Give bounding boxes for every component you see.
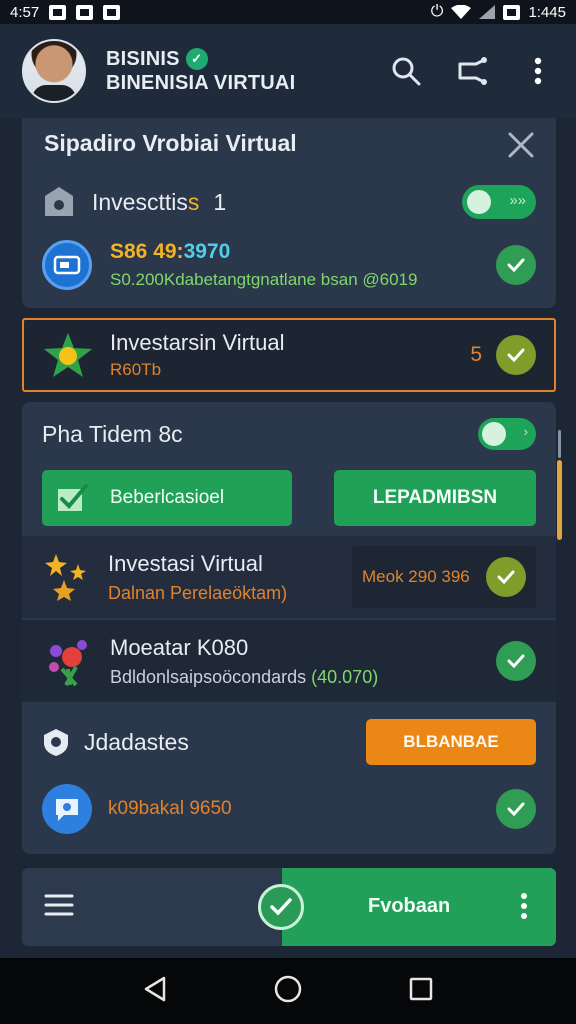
list-item-title: Moeatar K080 — [110, 634, 249, 660]
overflow-menu-button[interactable] — [522, 55, 554, 87]
list-item-subtext: Bdldonlsaipsoöcondards — [110, 666, 307, 687]
card-title: Sipadiro Vrobiai Virtual — [44, 130, 297, 156]
more-vertical-icon — [521, 893, 527, 919]
app-name-line1: BISINIS — [106, 48, 180, 70]
flower-bouquet-icon — [49, 640, 87, 687]
bottom-overflow-button[interactable] — [520, 892, 528, 925]
status-check — [496, 335, 536, 375]
blbanbae-button[interactable]: BLBANBAE — [366, 719, 536, 765]
app-title: BISINIS ✓ BINENISIA VIRTUAI — [106, 47, 295, 95]
app-name-line2: BINENISIA VIRTUAI — [106, 72, 296, 94]
sparkle-stars-icon — [45, 554, 86, 601]
status-check — [486, 557, 526, 597]
chevron-right-icon: › — [523, 424, 528, 439]
signal-icon — [479, 5, 496, 19]
home-circle-icon — [274, 975, 302, 1002]
wifi-icon — [451, 5, 472, 19]
close-button[interactable] — [506, 130, 536, 160]
highlighted-investment-card[interactable]: Investarsin Virtual R60Tb 5 — [22, 318, 556, 392]
list-item-subtext: Dalnan Perelaeöktam) — [108, 582, 288, 603]
check-icon — [270, 898, 292, 916]
home-button[interactable] — [273, 974, 303, 1009]
list-item-subtext: k09bakal 9650 — [108, 798, 232, 819]
check-icon — [507, 348, 525, 362]
list-item-title: Investasi Virtual — [108, 550, 263, 576]
investment-title: Investarsin Virtual — [110, 330, 285, 355]
search-icon — [392, 57, 421, 86]
recents-square-icon — [409, 977, 432, 1000]
check-icon — [507, 258, 525, 272]
verify-button[interactable]: Beberlcasioel — [42, 470, 292, 526]
virtual-summary-card: Sipadiro Vrobiai Virtual Invescttiss 1 »… — [22, 118, 556, 308]
wallet-badge-icon — [42, 240, 92, 290]
balance-amount-accent: 3970 — [183, 240, 231, 263]
checkbox-checked-icon — [58, 484, 88, 511]
check-icon — [507, 654, 525, 668]
list-item[interactable]: Moeatar K080 Bdldonlsaipsoöcondards (40.… — [22, 620, 556, 702]
balance-amount: S86 49: — [110, 240, 184, 263]
back-button[interactable] — [142, 975, 168, 1008]
list-item-value: (40.070) — [311, 666, 379, 687]
investment-badge-count: 5 — [470, 343, 482, 366]
investment-toggle-row: Invescttiss 1 »» — [22, 182, 556, 222]
balance-subtext: S0.200Kdabetangtgnatlane bsan @6019 — [110, 270, 418, 289]
status-check — [496, 789, 536, 829]
shield-icon — [44, 729, 68, 756]
list-item[interactable]: Investasi Virtual Dalnan Perelaeöktam) M… — [22, 536, 556, 618]
hamburger-menu-icon — [44, 894, 74, 916]
notification-icon — [49, 4, 67, 20]
check-icon — [507, 802, 525, 816]
battery-saver-icon — [503, 4, 521, 20]
lepadmibsn-button[interactable]: LEPADMIBSN — [334, 470, 536, 526]
status-check — [496, 245, 536, 285]
scroll-track — [558, 430, 561, 458]
check-icon — [497, 570, 515, 584]
value-box: Meok 290 396 — [352, 546, 536, 608]
share-button[interactable] — [456, 55, 488, 87]
menu-button[interactable] — [44, 893, 74, 922]
message-icon — [103, 4, 121, 20]
details-card: Pha Tidem 8c › Beberlcasioel LEPADMIBSN … — [22, 402, 556, 854]
more-vertical-icon — [534, 57, 542, 85]
primary-action-label[interactable]: Fvobaan — [368, 895, 450, 918]
bottom-action-bar: Fvobaan — [22, 868, 556, 946]
status-time-right: 1:445 — [528, 3, 566, 21]
search-button[interactable] — [390, 55, 422, 87]
chat-bubble-icon — [42, 784, 92, 834]
back-triangle-icon — [145, 976, 166, 1001]
avatar[interactable] — [22, 39, 86, 103]
scrollbar[interactable] — [557, 460, 562, 540]
status-check — [496, 641, 536, 681]
list-item-value: Meok 290 396 — [362, 567, 470, 586]
double-chevron-icon: »» — [509, 192, 526, 209]
home-shield-icon — [45, 187, 73, 216]
balance-row[interactable]: S86 49:3970 S0.200Kdabetangtgnatlane bsa… — [22, 236, 556, 294]
verified-shield-icon: ✓ — [185, 48, 208, 70]
details-toggle[interactable]: › — [478, 418, 536, 450]
system-nav-bar — [0, 958, 576, 1024]
recents-button[interactable] — [408, 976, 434, 1007]
share-icon — [458, 57, 487, 85]
vibrate-icon: ⏻ — [430, 3, 444, 20]
app-bar: BISINIS ✓ BINENISIA VIRTUAI — [0, 24, 576, 118]
close-icon — [508, 132, 534, 158]
investment-label: Invescttiss — [92, 188, 200, 215]
investment-toggle[interactable]: »» — [462, 185, 536, 219]
section-title: Pha Tidem 8c — [42, 420, 183, 447]
investment-count: 1 — [213, 188, 227, 215]
investment-subtext: R60Tb — [110, 360, 162, 379]
status-time: 4:57 — [10, 3, 40, 21]
list-item[interactable]: k09bakal 9650 — [22, 782, 556, 836]
gallery-icon — [76, 4, 94, 20]
star-badge-icon — [44, 333, 92, 377]
status-bar: 4:57 ⏻ 1:445 — [0, 0, 576, 24]
confirm-fab[interactable] — [258, 884, 304, 930]
section-title: Jdadastes — [84, 728, 189, 755]
